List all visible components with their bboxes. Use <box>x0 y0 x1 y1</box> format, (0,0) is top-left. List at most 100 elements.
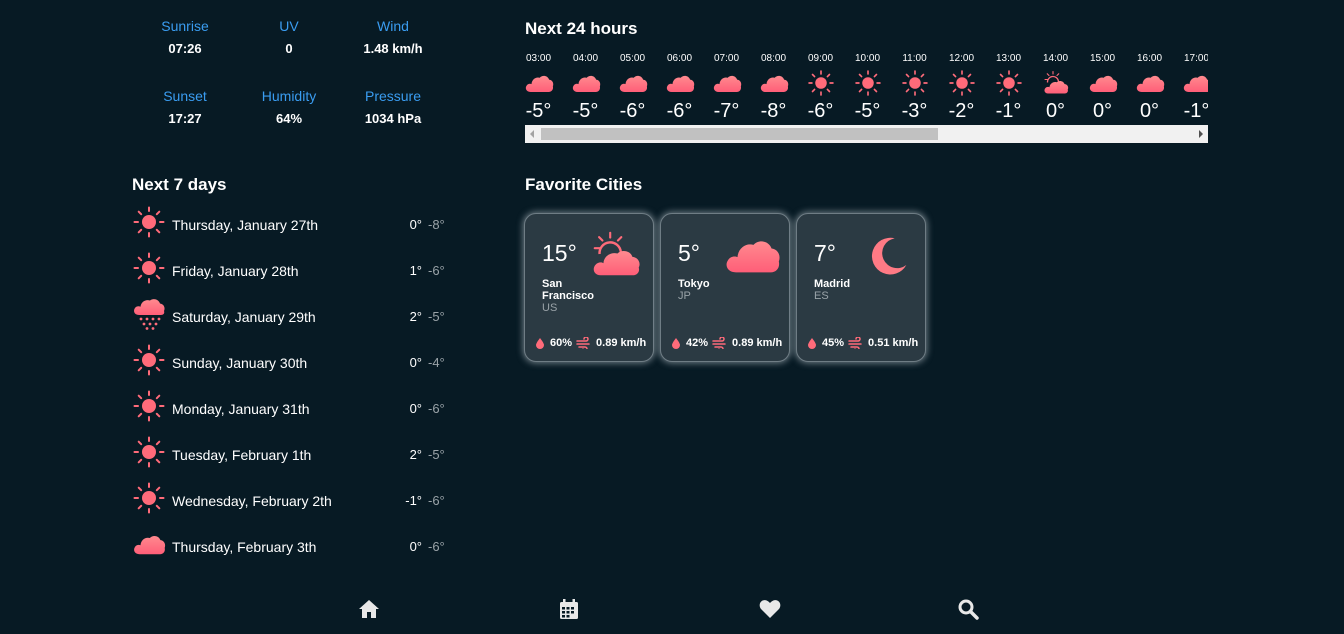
sun-icon <box>947 69 977 97</box>
day-high-temp: 0° <box>409 355 422 370</box>
stat-sunrise: Sunrise 07:26 <box>135 18 235 56</box>
hour-item: 17:00 -1° <box>1173 50 1208 123</box>
hour-item: 04:00 -5° <box>562 50 609 123</box>
sun-icon <box>853 69 883 97</box>
day-low-temp: -6° <box>428 263 445 278</box>
scroll-left-arrow-icon[interactable] <box>530 130 534 138</box>
city-wind: 0.89 km/h <box>732 337 783 349</box>
hour-time: 05:00 <box>619 53 646 64</box>
wind-icon <box>576 337 592 349</box>
sun-icon <box>132 251 166 285</box>
stat-sunrise-label: Sunrise <box>161 18 209 34</box>
hour-temp: -5° <box>854 100 881 122</box>
hour-time: 03:00 <box>525 53 552 64</box>
hour-time: 07:00 <box>713 53 740 64</box>
hour-item: 07:00 -7° <box>703 50 750 123</box>
city-card[interactable]: 7° Madrid ES 45% 0.51 km/h <box>796 213 926 362</box>
hour-item: 05:00 -6° <box>609 50 656 123</box>
day-low-temp: -6° <box>428 493 445 508</box>
sun-icon <box>900 69 930 97</box>
hour-temp: -6° <box>666 100 693 122</box>
hour-item: 15:00 0° <box>1079 50 1126 123</box>
hour-temp: -6° <box>807 100 834 122</box>
hour-time: 14:00 <box>1042 53 1069 64</box>
cloud-icon <box>618 69 648 97</box>
city-wind: 0.89 km/h <box>596 337 647 349</box>
day-row: Thursday, February 3th 0° -6° <box>132 525 452 565</box>
hourly-scrollbar[interactable] <box>525 125 1208 143</box>
day-low-temp: -4° <box>428 355 445 370</box>
moon-icon <box>859 230 917 280</box>
scrollbar-thumb[interactable] <box>541 128 938 140</box>
city-country: US <box>542 302 558 314</box>
cloud-icon <box>525 69 554 97</box>
hour-item: 16:00 0° <box>1126 50 1173 123</box>
nav-home-button[interactable] <box>357 597 381 621</box>
sun-icon <box>132 205 166 239</box>
sun-icon <box>994 69 1024 97</box>
wind-icon <box>848 337 864 349</box>
nav-search-button[interactable] <box>956 597 980 621</box>
search-icon <box>958 599 979 620</box>
hour-time: 06:00 <box>666 53 693 64</box>
hour-time: 11:00 <box>902 53 927 64</box>
city-country: ES <box>814 290 829 302</box>
stat-uv-label: UV <box>279 18 299 34</box>
home-icon <box>359 600 379 618</box>
day-name: Saturday, January 29th <box>172 309 316 325</box>
hour-item: 03:00 -5° <box>525 50 562 123</box>
hour-temp: -1° <box>995 100 1022 122</box>
partly-cloudy-icon <box>587 230 645 280</box>
stat-pressure-label: Pressure <box>364 88 422 104</box>
day-low-temp: -6° <box>428 401 445 416</box>
stat-pressure: Pressure 1034 hPa <box>343 88 443 126</box>
cloud-icon <box>712 69 742 97</box>
day-low-temp: -8° <box>428 217 445 232</box>
city-stats: 45% 0.51 km/h <box>806 337 918 349</box>
day-high-temp: 0° <box>409 401 422 416</box>
sun-icon <box>132 481 166 515</box>
city-humidity: 45% <box>822 337 845 349</box>
hour-time: 12:00 <box>948 53 975 64</box>
cloud-icon <box>571 69 601 97</box>
nav-favorites-button[interactable] <box>758 597 782 621</box>
droplet-icon <box>534 337 546 349</box>
nav-calendar-button[interactable] <box>557 597 581 621</box>
day-name: Wednesday, February 2th <box>172 493 332 509</box>
hour-time: 16:00 <box>1136 53 1163 64</box>
day-row: Thursday, January 27th 0° -8° <box>132 203 452 243</box>
heart-icon <box>759 600 781 618</box>
hour-time: 17:00 <box>1183 53 1208 64</box>
stat-sunset: Sunset 17:27 <box>135 88 235 126</box>
cloud-icon <box>132 527 166 561</box>
stat-wind-value: 1.48 km/h <box>363 41 423 56</box>
city-name: San Francisco <box>542 278 594 302</box>
hour-time: 13:00 <box>995 53 1022 64</box>
scroll-right-arrow-icon[interactable] <box>1199 130 1203 138</box>
city-temp: 15° <box>542 240 577 266</box>
hour-temp: -8° <box>760 100 787 122</box>
cloud-icon <box>723 230 781 280</box>
day-row: Sunday, January 30th 0° -4° <box>132 341 452 381</box>
day-row: Tuesday, February 1th 2° -5° <box>132 433 452 473</box>
hour-temp: -7° <box>713 100 740 122</box>
day-name: Friday, January 28th <box>172 263 299 279</box>
city-card[interactable]: 5° Tokyo JP 42% 0.89 km/h <box>660 213 790 362</box>
next-24-hours-title: Next 24 hours <box>525 19 638 38</box>
sun-icon <box>806 69 836 97</box>
stat-wind-label: Wind <box>377 18 409 34</box>
day-name: Thursday, February 3th <box>172 539 317 555</box>
hour-time: 08:00 <box>760 53 787 64</box>
stat-uv-value: 0 <box>285 41 293 56</box>
city-card[interactable]: 15° San Francisco US 60% 0.89 km/h <box>524 213 654 362</box>
stat-humidity: Humidity 64% <box>239 88 339 126</box>
day-row: Monday, January 31th 0° -6° <box>132 387 452 427</box>
hour-item: 10:00 -5° <box>844 50 891 123</box>
snow-cloud-icon <box>132 297 166 331</box>
hour-item: 08:00 -8° <box>750 50 797 123</box>
day-row: Friday, January 28th 1° -6° <box>132 249 452 289</box>
day-name: Tuesday, February 1th <box>172 447 312 463</box>
stat-humidity-label: Humidity <box>261 88 317 104</box>
hour-item: 09:00 -6° <box>797 50 844 123</box>
day-name: Sunday, January 30th <box>172 355 308 371</box>
